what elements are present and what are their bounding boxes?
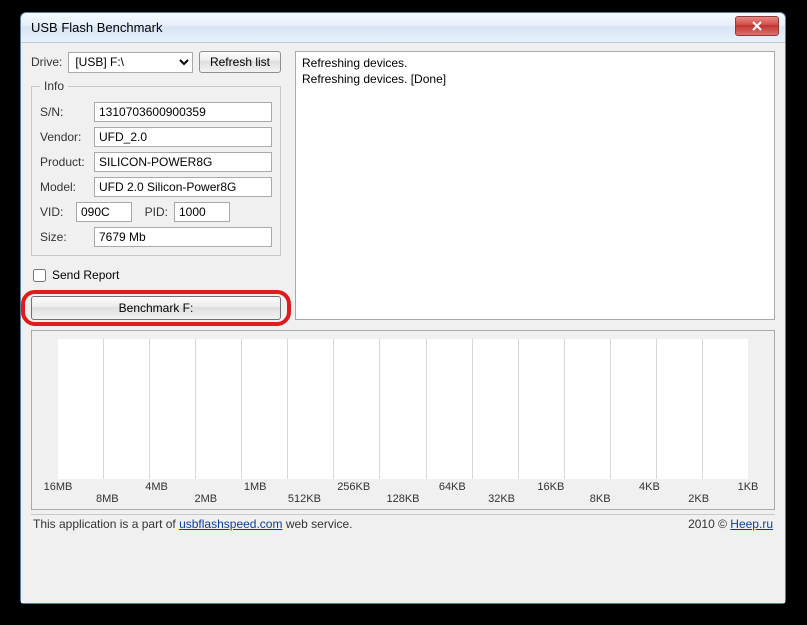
chart-x-label: 16KB [537, 481, 564, 493]
log-panel[interactable]: Refreshing devices. Refreshing devices. … [295, 51, 775, 320]
drive-select[interactable]: [USB] F:\ [68, 52, 193, 73]
top-row: Drive: [USB] F:\ Refresh list Info S/N: … [31, 51, 775, 320]
send-report-checkbox[interactable] [33, 269, 46, 282]
size-field[interactable] [94, 227, 272, 247]
sn-label: S/N: [40, 105, 88, 119]
chart-column [656, 339, 702, 479]
info-fieldset: Info S/N: Vendor: Product: Model: [31, 79, 281, 256]
app-window: USB Flash Benchmark Drive: [USB] F:\ Ref… [20, 12, 786, 604]
send-report-row: Send Report [31, 268, 281, 282]
footer-right: 2010 © Heep.ru [688, 517, 773, 531]
chart-column [58, 339, 103, 479]
footer-left: This application is a part of usbflashsp… [33, 517, 353, 531]
vid-field[interactable] [76, 202, 132, 222]
chart-x-label: 256KB [337, 481, 370, 493]
pid-label: PID: [138, 205, 168, 219]
chart-column [149, 339, 195, 479]
chart-x-label: 16MB [44, 481, 73, 493]
chart-x-label: 1MB [244, 481, 267, 493]
size-label: Size: [40, 230, 88, 244]
chart-x-label: 512KB [288, 493, 321, 505]
chart-x-labels: 16MB8MB4MB2MB1MB512KB256KB128KB64KB32KB1… [58, 481, 748, 507]
pid-field[interactable] [174, 202, 230, 222]
client-area: Drive: [USB] F:\ Refresh list Info S/N: … [21, 43, 785, 603]
vendor-field[interactable] [94, 127, 272, 147]
chart-column [287, 339, 333, 479]
benchmark-button[interactable]: Benchmark F: [31, 296, 281, 320]
chart-x-label: 8KB [590, 493, 611, 505]
product-field[interactable] [94, 152, 272, 172]
chart-x-label: 128KB [386, 493, 419, 505]
chart-x-label: 64KB [439, 481, 466, 493]
chart-grid [58, 339, 748, 479]
info-legend: Info [40, 79, 68, 93]
footer-copyright: 2010 © [688, 517, 730, 531]
vid-label: VID: [40, 205, 70, 219]
refresh-button[interactable]: Refresh list [199, 51, 281, 73]
close-button[interactable] [735, 16, 779, 36]
footer-link-author[interactable]: Heep.ru [730, 517, 773, 531]
sn-field[interactable] [94, 102, 272, 122]
chart-column [379, 339, 425, 479]
benchmark-button-wrap: Benchmark F: [31, 296, 281, 320]
window-title: USB Flash Benchmark [31, 20, 163, 35]
chart-column [702, 339, 748, 479]
chart-x-label: 1KB [738, 481, 759, 493]
chart-x-label: 32KB [488, 493, 515, 505]
footer-link-site[interactable]: usbflashspeed.com [179, 517, 282, 531]
chart-area: 16MB 8MB 4MB 2MB 1MB 512KB 256KB 128KB 64KB 32KB 1… [31, 330, 775, 510]
chart-column [610, 339, 656, 479]
model-label: Model: [40, 180, 88, 194]
product-label: Product: [40, 155, 88, 169]
close-icon [752, 21, 762, 31]
titlebar[interactable]: USB Flash Benchmark [21, 13, 785, 43]
chart-x-label: 4MB [145, 481, 168, 493]
chart-column [241, 339, 287, 479]
drive-row: Drive: [USB] F:\ Refresh list [31, 51, 281, 73]
chart-column [103, 339, 149, 479]
chart-column [564, 339, 610, 479]
footer-prefix: This application is a part of [33, 517, 179, 531]
drive-label: Drive: [31, 55, 62, 69]
vendor-label: Vendor: [40, 130, 88, 144]
chart-column [518, 339, 564, 479]
left-panel: Drive: [USB] F:\ Refresh list Info S/N: … [31, 51, 281, 320]
chart-column [333, 339, 379, 479]
footer: This application is a part of usbflashsp… [31, 514, 775, 531]
model-field[interactable] [94, 177, 272, 197]
footer-suffix: web service. [282, 517, 352, 531]
chart-column [426, 339, 472, 479]
send-report-label: Send Report [52, 268, 119, 282]
chart-x-label: 8MB [96, 493, 119, 505]
chart-x-label: 4KB [639, 481, 660, 493]
chart-x-label: 2KB [688, 493, 709, 505]
chart-x-label: 2MB [195, 493, 218, 505]
chart-column [195, 339, 241, 479]
chart-column [472, 339, 518, 479]
